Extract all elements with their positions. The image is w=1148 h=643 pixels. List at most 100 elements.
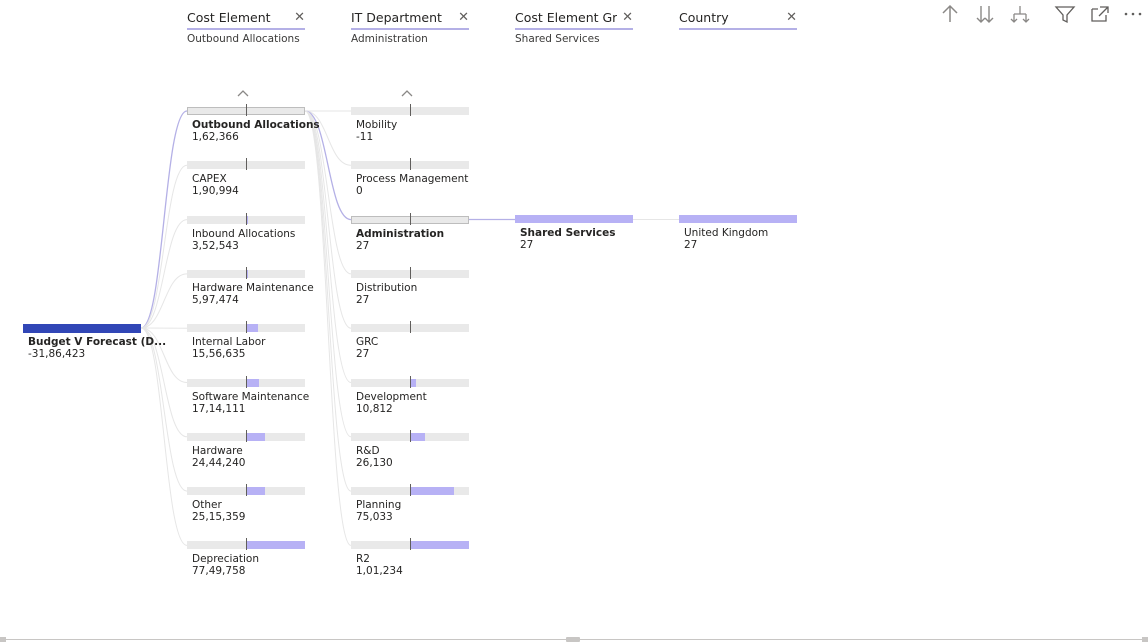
node-value: 27 bbox=[520, 239, 534, 251]
connector-line bbox=[140, 110, 188, 329]
node-label: Process Management bbox=[356, 173, 469, 186]
node-bar bbox=[515, 215, 633, 223]
node-label: United Kingdom bbox=[684, 227, 769, 239]
node-bar-fill bbox=[410, 432, 426, 441]
zero-line bbox=[410, 538, 411, 551]
node-bar-fill bbox=[246, 378, 259, 387]
root-bar[interactable] bbox=[23, 324, 141, 333]
node-value: 3,52,543 bbox=[192, 239, 239, 252]
node-bar-fill bbox=[246, 324, 258, 333]
scroll-left-handle[interactable] bbox=[0, 637, 6, 642]
node-label: GRC bbox=[356, 336, 379, 349]
zero-line bbox=[246, 321, 247, 334]
node-value: 17,14,111 bbox=[192, 402, 246, 415]
tree-node-united-kingdom[interactable]: United Kingdom 27 bbox=[679, 215, 797, 263]
node-value: 77,49,758 bbox=[192, 565, 246, 578]
zero-line bbox=[246, 429, 247, 442]
connector-line bbox=[304, 110, 352, 438]
node-label: R2 bbox=[356, 553, 370, 566]
tree-node[interactable]: R2 1,01,234 bbox=[351, 538, 469, 589]
connector-line bbox=[140, 219, 188, 329]
resize-handle[interactable] bbox=[566, 637, 580, 642]
tree-node[interactable]: Hardware Maintenance 5,97,474 bbox=[187, 266, 314, 318]
node-label: Mobility bbox=[356, 119, 398, 131]
connector-lines bbox=[140, 110, 679, 546]
zero-line bbox=[246, 158, 247, 171]
tree-node[interactable]: Internal Labor 15,56,635 bbox=[187, 321, 305, 372]
node-label: Distribution bbox=[356, 281, 418, 294]
zero-line bbox=[246, 484, 247, 497]
node-value: 75,033 bbox=[356, 511, 393, 524]
node-label: Depreciation bbox=[192, 553, 259, 566]
node-bar-fill bbox=[246, 432, 265, 441]
zero-line bbox=[410, 104, 411, 116]
node-value: 1,90,994 bbox=[192, 185, 239, 198]
zero-line bbox=[410, 375, 411, 388]
connector-line bbox=[140, 327, 188, 492]
tree-node[interactable]: Hardware 24,44,240 bbox=[187, 429, 305, 481]
tree-node[interactable]: Administration 27 bbox=[351, 212, 469, 264]
node-label: CAPEX bbox=[192, 173, 227, 186]
connector-line bbox=[140, 164, 188, 329]
tree-node[interactable]: CAPEX 1,90,994 bbox=[187, 158, 305, 209]
zero-line bbox=[410, 321, 411, 334]
node-bar-fill bbox=[246, 541, 305, 550]
zero-line bbox=[246, 212, 247, 225]
zero-line bbox=[410, 212, 411, 225]
node-value: 5,97,474 bbox=[192, 293, 239, 306]
connector-line bbox=[304, 110, 352, 546]
node-value: 10,812 bbox=[356, 402, 393, 415]
zero-line bbox=[410, 484, 411, 497]
node-bar-fill bbox=[410, 541, 469, 550]
node-label: Development bbox=[356, 390, 427, 403]
tree-node-shared-services[interactable]: Shared Services 27 bbox=[515, 215, 633, 263]
tree-node[interactable]: Software Maintenance 17,14,111 bbox=[187, 375, 309, 427]
node-label: Administration bbox=[356, 227, 445, 240]
node-bar-fill bbox=[246, 487, 265, 496]
tree-node[interactable]: Depreciation 77,49,758 bbox=[187, 538, 305, 589]
zero-line bbox=[410, 429, 411, 442]
node-value: 0 bbox=[356, 185, 363, 198]
node-label: Hardware Maintenance bbox=[192, 281, 314, 294]
node-label: Internal Labor bbox=[192, 336, 266, 349]
tree-node[interactable]: Outbound Allocations 1,62,366 bbox=[187, 104, 320, 155]
node-value: 24,44,240 bbox=[192, 456, 246, 469]
tree-node[interactable]: GRC 27 bbox=[351, 321, 469, 372]
tree-node[interactable]: Planning 75,033 bbox=[351, 484, 469, 535]
tree-node[interactable]: Inbound Allocations 3,52,543 bbox=[187, 212, 305, 264]
zero-line bbox=[410, 158, 411, 171]
node-label: R&D bbox=[356, 444, 380, 457]
zero-line bbox=[246, 375, 247, 388]
node-value: 27 bbox=[356, 239, 370, 252]
node-value: 25,15,359 bbox=[192, 511, 246, 524]
node-label: Software Maintenance bbox=[192, 390, 310, 403]
node-bar bbox=[679, 215, 797, 223]
node-value: 26,130 bbox=[356, 456, 393, 469]
node-label: Hardware bbox=[192, 444, 243, 457]
node-value: 27 bbox=[356, 293, 370, 306]
tree-node[interactable]: R&D 26,130 bbox=[351, 429, 469, 481]
tree-node[interactable]: Other 25,15,359 bbox=[187, 484, 305, 535]
zero-line bbox=[246, 104, 247, 116]
tree-node[interactable]: Distribution 27 bbox=[351, 266, 469, 318]
node-value: 27 bbox=[356, 348, 370, 361]
scroll-right-handle[interactable] bbox=[1142, 637, 1148, 642]
connector-line bbox=[304, 110, 352, 383]
root-label: Budget V Forecast (D... bbox=[28, 336, 167, 348]
root-value: -31,86,423 bbox=[28, 348, 86, 360]
node-label: Outbound Allocations bbox=[192, 119, 320, 131]
node-value: -11 bbox=[356, 131, 374, 143]
zero-line bbox=[246, 538, 247, 551]
node-label: Other bbox=[192, 499, 222, 512]
node-value: 1,62,366 bbox=[192, 131, 239, 143]
node-label: Shared Services bbox=[520, 227, 616, 239]
tree-node[interactable]: Process Management 0 bbox=[351, 158, 469, 209]
node-bar-fill bbox=[410, 487, 454, 496]
zero-line bbox=[410, 266, 411, 279]
node-label: Planning bbox=[356, 499, 402, 512]
node-value: 15,56,635 bbox=[192, 348, 246, 361]
zero-line bbox=[246, 266, 247, 279]
tree-node[interactable]: Mobility -11 bbox=[351, 104, 469, 155]
tree-node[interactable]: Development 10,812 bbox=[351, 375, 469, 427]
node-value: 1,01,234 bbox=[356, 565, 403, 578]
